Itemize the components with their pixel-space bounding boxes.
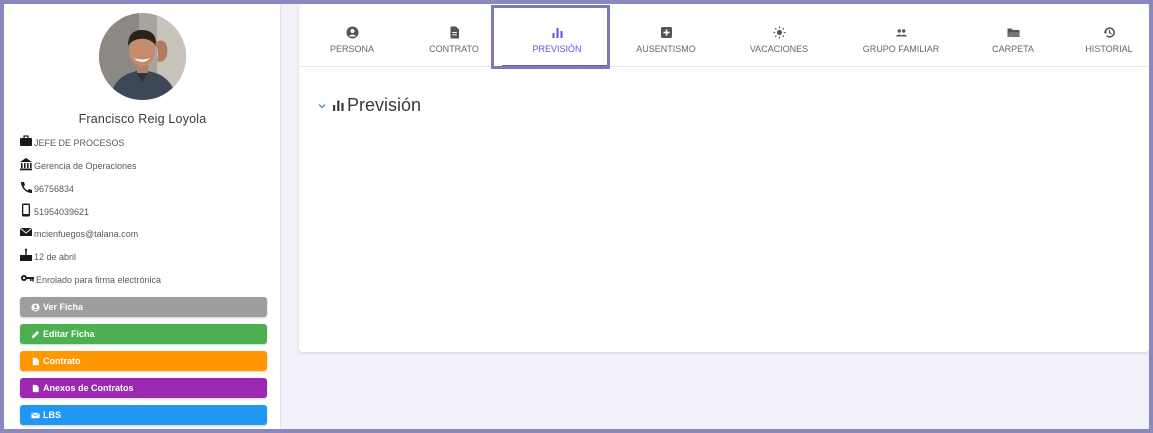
department-text: Gerencia de Operaciones [34, 161, 137, 171]
file-icon [32, 357, 39, 365]
bank-icon [20, 158, 32, 171]
bar-chart-icon [552, 28, 562, 38]
active-tab-indicator [502, 65, 607, 67]
tab-bar: PERSONA CONTRATO PREVISIÓN AUSENTISMO VA… [299, 4, 1149, 67]
people-icon [895, 29, 907, 37]
tab-vacaciones[interactable]: VACACIONES [734, 4, 824, 67]
user-circle-icon [346, 26, 358, 39]
chevron-down-icon [318, 103, 326, 109]
section-header[interactable]: Previsión [317, 95, 421, 116]
medical-plus-icon [660, 27, 672, 38]
tab-ausentismo[interactable]: AUSENTISMO [621, 4, 711, 67]
info-birthday: 12 de abril [19, 246, 76, 262]
tab-carpeta[interactable]: CARPETA [968, 4, 1058, 67]
envelope-icon [31, 412, 40, 418]
user-circle-icon [31, 302, 40, 312]
section-title: Previsión [347, 95, 422, 115]
tab-contrato[interactable]: CONTRATO [409, 4, 499, 67]
main-card: PERSONA CONTRATO PREVISIÓN AUSENTISMO VA… [299, 4, 1149, 352]
sun-icon [773, 26, 785, 39]
info-email: mcienfuegos@talana.com [19, 223, 138, 239]
user-name: Francisco Reig Loyola [78, 112, 207, 126]
info-position: JEFE DE PROCESOS [19, 132, 125, 148]
briefcase-icon [20, 135, 32, 146]
birthday-cake-icon [20, 248, 32, 261]
info-mobile: 51954039621 [19, 201, 89, 217]
avatar [99, 13, 186, 100]
app-frame: Francisco Reig Loyola JEFE DE PROCESOS G… [4, 4, 1149, 429]
mobile-text: 51954039621 [34, 207, 90, 217]
envelope-icon [19, 227, 33, 236]
file-icon [450, 26, 459, 39]
tab-prevision[interactable]: PREVISIÓN [512, 4, 602, 67]
phone-text: 96756834 [34, 184, 75, 194]
mobile-icon [22, 203, 30, 217]
tab-persona[interactable]: PERSONA [307, 4, 397, 67]
profile-sidebar: Francisco Reig Loyola JEFE DE PROCESOS G… [4, 4, 281, 429]
tab-historial[interactable]: HISTORIAL [1069, 4, 1149, 67]
position-text: JEFE DE PROCESOS [34, 138, 125, 148]
bar-chart-icon [333, 100, 344, 111]
ver-ficha-button[interactable]: Ver Ficha [20, 297, 267, 317]
folder-icon [1007, 28, 1020, 37]
file-icon [32, 384, 39, 392]
anexos-contratos-button[interactable]: Anexos de Contratos [20, 378, 267, 398]
tab-grupo-familiar[interactable]: GRUPO FAMILIAR [847, 4, 955, 67]
birthday-text: 12 de abril [34, 252, 77, 262]
pencil-icon [31, 330, 40, 338]
phone-icon [21, 182, 32, 193]
info-phone: 96756834 [19, 178, 74, 194]
editar-ficha-button[interactable]: Editar Ficha [20, 324, 267, 344]
contrato-button[interactable]: Contrato [20, 351, 267, 371]
history-icon [1103, 27, 1115, 38]
email-text: mcienfuegos@talana.com [34, 229, 139, 239]
lbs-button[interactable]: LBS [20, 405, 267, 425]
info-signature: Enrolado para firma electrónica [19, 269, 161, 285]
key-icon [21, 275, 34, 282]
signature-text: Enrolado para firma electrónica [36, 275, 162, 285]
info-department: Gerencia de Operaciones [19, 155, 137, 171]
